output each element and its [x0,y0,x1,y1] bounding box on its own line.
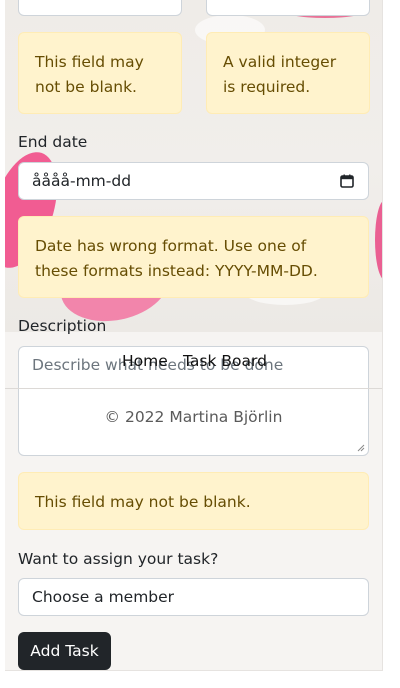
alert-text: This field may not be blank. [35,493,251,511]
date-format-alert: Date has wrong format. Use one of these … [18,216,369,298]
end-date-label: End date [18,133,88,151]
description-blank-alert: This field may not be blank. [18,472,369,530]
alert-text: Date has wrong format. Use one of these … [35,237,318,280]
page-frame: This field may not be blank. A valid int… [5,0,383,671]
footer-divider [5,388,382,389]
assign-member-select[interactable]: Choose a member [18,578,369,616]
nav-link-home[interactable]: Home [122,352,168,370]
calendar-icon[interactable] [340,174,354,188]
alert-text: This field may not be blank. [35,53,144,96]
alert-text: A valid integer is required. [223,53,337,96]
previous-integer-input[interactable] [206,0,370,16]
resize-handle-icon[interactable] [357,444,365,452]
blank-field-alert: This field may not be blank. [18,32,182,114]
end-date-input[interactable]: åååå-mm-dd [18,162,369,200]
assign-selected-value: Choose a member [32,588,175,606]
add-task-button[interactable]: Add Task [18,632,111,670]
navbar: Home Task Board [5,332,382,388]
footer-copyright: © 2022 Martina Björlin [104,408,283,426]
decorative-pink-shape [375,200,382,280]
nav-link-task-board[interactable]: Task Board [183,352,267,370]
integer-required-alert: A valid integer is required. [206,32,370,114]
previous-field-input[interactable] [18,0,182,16]
end-date-value: åååå-mm-dd [32,172,132,190]
assign-label: Want to assign your task? [18,550,219,568]
